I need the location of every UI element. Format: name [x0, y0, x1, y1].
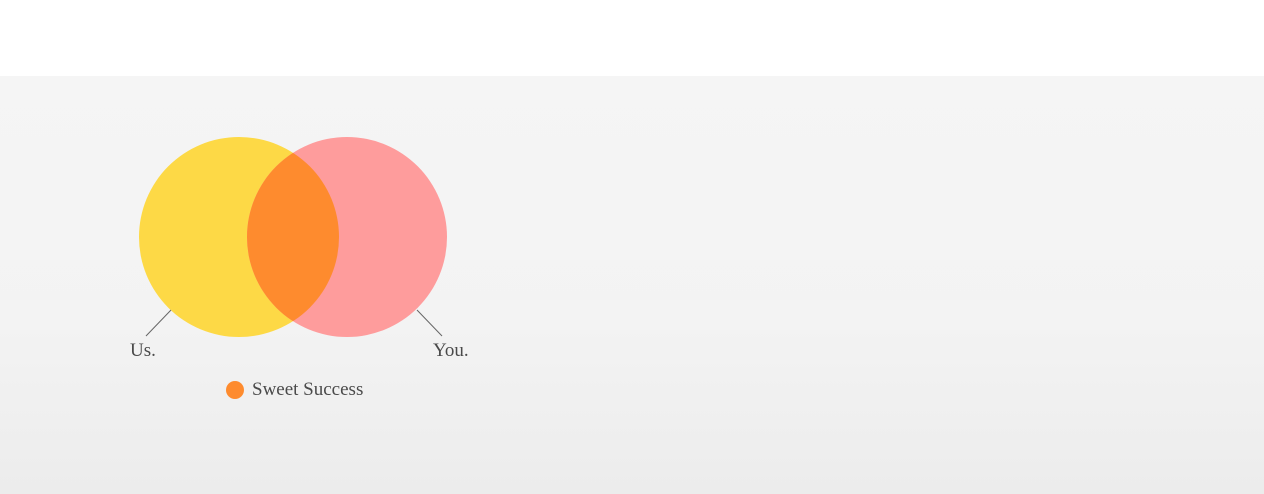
- set-label-us: Us.: [130, 340, 156, 361]
- legend: Sweet Success: [226, 380, 363, 399]
- legend-label: Sweet Success: [252, 379, 364, 400]
- set-label-you: You.: [433, 340, 469, 361]
- legend-swatch: [226, 380, 244, 399]
- venn-diagram: [139, 137, 447, 337]
- leader-line-us: [145, 309, 172, 337]
- leader-line-you: [416, 309, 443, 337]
